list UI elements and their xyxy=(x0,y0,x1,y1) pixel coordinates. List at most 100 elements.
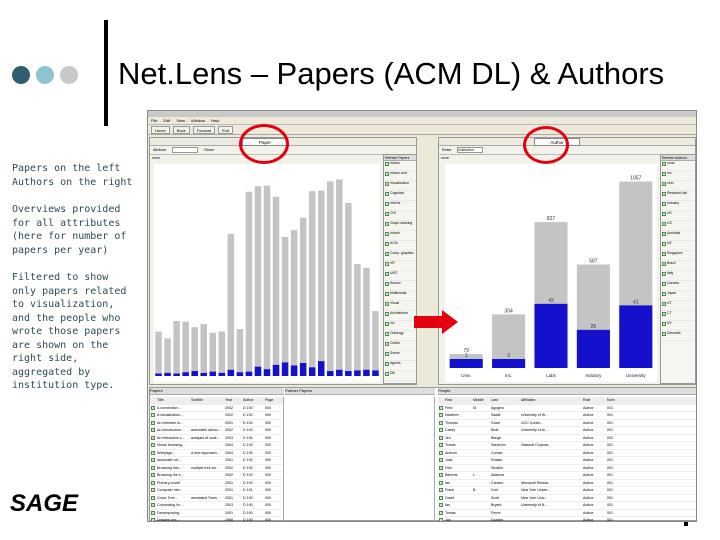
filter-checkbox[interactable] xyxy=(385,232,389,236)
row-checkbox[interactable] xyxy=(439,443,443,448)
paper-year-bar-total[interactable] xyxy=(191,327,198,376)
author-filter-item[interactable]: UT xyxy=(661,301,695,311)
author-filter-item[interactable]: Industry xyxy=(661,201,695,211)
paper-filter-item[interactable]: Visualization xyxy=(384,181,416,191)
paper-filter-item[interactable]: Infovis xyxy=(384,161,416,171)
paper-filter-item[interactable]: Agents xyxy=(384,361,416,371)
author-filter-item[interactable]: CT xyxy=(661,311,695,321)
paper-year-bar-filtered[interactable] xyxy=(281,362,289,376)
paper-year-bar-total[interactable] xyxy=(200,324,207,376)
column-header[interactable]: Last xyxy=(490,398,520,402)
home-button[interactable]: Home xyxy=(151,125,170,134)
filter-checkbox[interactable] xyxy=(662,222,666,226)
paper-year-bar-filtered[interactable] xyxy=(354,370,361,376)
filter-checkbox[interactable] xyxy=(662,192,666,196)
person-row[interactable]: Jen Baugh Author 002 xyxy=(438,435,696,442)
paper-year-bar-filtered[interactable] xyxy=(155,373,162,376)
paper-year-bar-filtered[interactable] xyxy=(254,366,262,376)
filter-checkbox[interactable] xyxy=(385,222,389,226)
row-checkbox[interactable] xyxy=(439,488,443,493)
filter-checkbox[interactable] xyxy=(662,212,666,216)
paper-year-bar-total[interactable] xyxy=(308,191,316,376)
filter-checkbox[interactable] xyxy=(385,332,389,336)
menu-file[interactable]: File xyxy=(151,118,157,123)
paper-year-bar-filtered[interactable] xyxy=(227,369,235,376)
row-checkbox[interactable] xyxy=(151,405,155,410)
row-checkbox[interactable] xyxy=(151,435,155,440)
row-checkbox[interactable] xyxy=(439,428,443,433)
paper-year-bar-filtered[interactable] xyxy=(173,373,180,376)
paper-filter-item[interactable]: Cognitive xyxy=(384,191,416,201)
menu-edit[interactable]: Edit xyxy=(163,118,170,123)
filter-checkbox[interactable] xyxy=(385,202,389,206)
menu-help[interactable]: Help xyxy=(211,118,219,123)
person-row[interactable]: Tomas Ferrer Author 001 xyxy=(438,510,696,517)
paper-row[interactable]: An introduction... automatic cartoo... 200… xyxy=(150,427,283,435)
author-filter-item[interactable]: Inc xyxy=(661,171,695,181)
paper-filter-item[interactable]: CHI xyxy=(384,211,416,221)
paper-year-bar-filtered[interactable] xyxy=(308,367,316,376)
institution-bar-filtered[interactable] xyxy=(449,359,483,368)
filter-checkbox[interactable] xyxy=(662,302,666,306)
paper-row[interactable]: Computer hier... 2001 D 191 000 xyxy=(150,487,283,495)
person-row[interactable]: Julia Rosato Author 001 xyxy=(438,457,696,465)
papers-attribute-select[interactable] xyxy=(172,147,199,153)
column-header[interactable]: Title xyxy=(156,398,190,402)
row-checkbox[interactable] xyxy=(151,413,155,418)
paper-year-bar-total[interactable] xyxy=(317,190,325,376)
paper-year-bar-filtered[interactable] xyxy=(263,369,271,376)
person-row[interactable]: David Scott New York Univ... Author 001 xyxy=(438,495,696,502)
filter-checkbox[interactable] xyxy=(385,172,389,176)
paper-filter-item[interactable]: Viz xyxy=(384,321,416,331)
paper-row[interactable]: Drawing gra... 1998 D 190 000 xyxy=(150,517,283,521)
column-header[interactable]: Year xyxy=(224,398,242,402)
paper-year-bar-filtered[interactable] xyxy=(236,372,244,376)
paper-filter-item[interactable]: UIST xyxy=(384,271,416,281)
paper-year-bar-total[interactable] xyxy=(254,186,262,376)
author-filter-item[interactable]: UK xyxy=(661,211,695,221)
paper-filter-item[interactable]: Sensor xyxy=(384,281,416,291)
author-filter-item[interactable]: NZ xyxy=(661,241,695,251)
paper-filter-item[interactable]: Infoviz conf xyxy=(384,171,416,181)
filter-checkbox[interactable] xyxy=(385,212,389,216)
forward-button[interactable]: Forward xyxy=(192,125,216,134)
filter-checkbox[interactable] xyxy=(662,182,666,186)
filter-checkbox[interactable] xyxy=(662,202,666,206)
filter-checkbox[interactable] xyxy=(385,372,389,376)
filter-checkbox[interactable] xyxy=(385,252,389,256)
paper-year-bar-filtered[interactable] xyxy=(200,372,207,376)
exit-button[interactable]: Exit xyxy=(218,125,233,134)
row-checkbox[interactable] xyxy=(439,495,443,500)
row-checkbox[interactable] xyxy=(151,473,155,478)
filter-checkbox[interactable] xyxy=(385,162,389,166)
paper-year-bar-filtered[interactable] xyxy=(345,371,352,376)
paper-year-bar-filtered[interactable] xyxy=(372,370,379,376)
paper-year-bar-total[interactable] xyxy=(218,331,226,376)
paper-row[interactable]: Browsing hier... multiple tree-ba... 2002 D… xyxy=(150,465,283,472)
row-checkbox[interactable] xyxy=(151,428,155,433)
paper-year-bar-filtered[interactable] xyxy=(209,371,217,376)
filter-checkbox[interactable] xyxy=(385,352,389,356)
filter-checkbox[interactable] xyxy=(662,312,666,316)
row-checkbox[interactable] xyxy=(439,405,443,410)
paper-year-bar-total[interactable] xyxy=(363,267,370,376)
filter-checkbox[interactable] xyxy=(662,272,666,276)
paper-year-bar-total[interactable] xyxy=(336,179,343,376)
person-row[interactable]: Ian Canson Microsoft Resear... Author 001 xyxy=(438,480,696,487)
row-checkbox[interactable] xyxy=(439,413,443,418)
back-button[interactable]: Back xyxy=(172,125,190,134)
filter-checkbox[interactable] xyxy=(385,272,389,276)
paper-filter-item[interactable]: Comp. graphics xyxy=(384,251,416,261)
paper-filter-item[interactable]: InfoVis xyxy=(384,201,416,211)
person-row[interactable]: Ian Bryant University of N... Author 001 xyxy=(438,502,696,510)
column-header[interactable]: Role xyxy=(582,398,606,402)
paper-year-bar-total[interactable] xyxy=(236,329,244,376)
person-row[interactable]: Nadeem Sadat University of W... Author 001 xyxy=(438,412,696,420)
authors-reset-button[interactable]: Reset xyxy=(442,148,451,152)
paper-filter-item[interactable]: ACM xyxy=(384,241,416,251)
author-filter-item[interactable]: Research lab xyxy=(661,191,695,201)
paper-year-bar-filtered[interactable] xyxy=(363,369,370,376)
row-checkbox[interactable] xyxy=(151,488,155,493)
filter-checkbox[interactable] xyxy=(662,252,666,256)
column-header[interactable]: Page xyxy=(264,398,280,402)
